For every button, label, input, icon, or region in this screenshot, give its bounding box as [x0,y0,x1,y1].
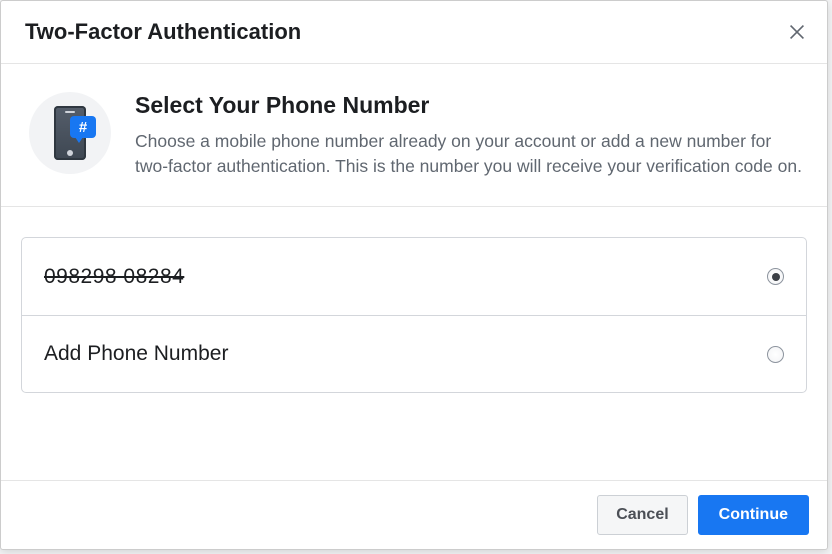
modal-footer: Cancel Continue [1,480,827,549]
close-button[interactable] [785,20,809,44]
option-add-number[interactable]: Add Phone Number [22,315,806,392]
option-label: 098298 08284 [44,265,184,289]
phone-options: 098298 08284 Add Phone Number [1,207,827,419]
intro-description: Choose a mobile phone number already on … [135,129,803,178]
intro-text: Select Your Phone Number Choose a mobile… [135,92,803,178]
intro-section: # Select Your Phone Number Choose a mobi… [1,64,827,207]
two-factor-modal: Two-Factor Authentication # Select Your … [0,0,828,550]
close-icon [786,21,808,43]
modal-title: Two-Factor Authentication [25,19,301,45]
option-existing-number[interactable]: 098298 08284 [22,238,806,315]
radio-unselected[interactable] [767,346,784,363]
continue-button[interactable]: Continue [698,495,809,535]
option-label: Add Phone Number [44,342,228,366]
phone-illustration: # [29,92,111,174]
option-list: 098298 08284 Add Phone Number [21,237,807,393]
radio-selected[interactable] [767,268,784,285]
intro-heading: Select Your Phone Number [135,92,803,119]
cancel-button[interactable]: Cancel [597,495,687,535]
phone-icon: # [54,106,86,160]
modal-header: Two-Factor Authentication [1,1,827,64]
hash-bubble-icon: # [70,116,96,138]
